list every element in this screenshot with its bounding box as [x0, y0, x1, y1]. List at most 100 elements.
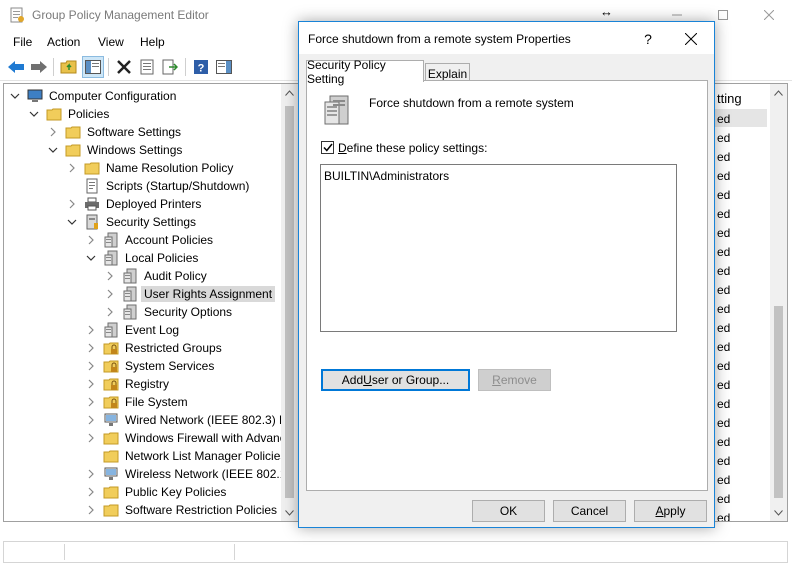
export-list-icon[interactable]: [159, 56, 181, 78]
list-cell[interactable]: ed: [717, 435, 730, 449]
list-cell[interactable]: ed: [717, 169, 730, 183]
list-cell[interactable]: ed: [717, 416, 730, 430]
list-cell[interactable]: ed: [717, 511, 730, 521]
show-action-pane-icon[interactable]: [213, 56, 235, 78]
chevron-right-icon[interactable]: [104, 270, 116, 282]
chevron-down-icon[interactable]: [28, 108, 40, 120]
tree-item[interactable]: Computer Configuration: [9, 87, 179, 105]
policy-setting-column-header[interactable]: tting: [717, 91, 742, 106]
scroll-down-icon[interactable]: [770, 504, 787, 521]
dialog-help-button[interactable]: ?: [633, 28, 663, 50]
chevron-down-icon[interactable]: [9, 90, 21, 102]
tree-item[interactable]: Audit Policy: [104, 267, 210, 285]
list-cell[interactable]: ed: [717, 283, 730, 297]
list-cell[interactable]: ed: [717, 359, 730, 373]
chevron-down-icon[interactable]: [66, 216, 78, 228]
tree-item[interactable]: Security Options: [104, 303, 235, 321]
chevron-right-icon[interactable]: [85, 504, 97, 516]
tab-security-policy-setting[interactable]: Security Policy Setting: [306, 58, 424, 86]
menu-file[interactable]: File: [13, 35, 32, 49]
details-scrollbar[interactable]: [770, 84, 787, 521]
list-cell[interactable]: ed: [717, 264, 730, 278]
accounts-listbox[interactable]: BUILTIN\Administrators: [320, 164, 677, 332]
list-cell[interactable]: ed: [717, 112, 730, 126]
list-cell[interactable]: ed: [717, 188, 730, 202]
chevron-right-icon[interactable]: [85, 396, 97, 408]
chevron-down-icon[interactable]: [47, 144, 59, 156]
tree-item[interactable]: Software Restriction Policies: [85, 501, 280, 519]
help-icon[interactable]: ?: [190, 56, 212, 78]
tree-item[interactable]: User Rights Assignment: [104, 285, 276, 303]
tree-item[interactable]: Security Settings: [66, 213, 199, 231]
ok-button[interactable]: OK: [472, 500, 545, 522]
details-scrollbar-thumb[interactable]: [774, 306, 783, 498]
tree-item[interactable]: Name Resolution Policy: [66, 159, 236, 177]
delete-icon[interactable]: [113, 56, 135, 78]
menu-help[interactable]: Help: [140, 35, 165, 49]
apply-button[interactable]: Apply: [634, 500, 707, 522]
tree-item[interactable]: Scripts (Startup/Shutdown): [66, 177, 252, 195]
list-cell[interactable]: ed: [717, 473, 730, 487]
tree-item[interactable]: Windows Settings: [47, 141, 185, 159]
chevron-right-icon[interactable]: [104, 288, 116, 300]
chevron-right-icon[interactable]: [85, 324, 97, 336]
list-cell[interactable]: ed: [717, 302, 730, 316]
scroll-down-icon[interactable]: [281, 504, 298, 521]
list-cell[interactable]: ed: [717, 340, 730, 354]
tree-item[interactable]: System Services: [85, 357, 217, 375]
scroll-up-icon[interactable]: [281, 84, 298, 101]
scroll-up-icon[interactable]: [770, 84, 787, 101]
tree-scrollbar[interactable]: [281, 84, 298, 521]
chevron-right-icon[interactable]: [85, 360, 97, 372]
tree-item[interactable]: Registry: [85, 375, 172, 393]
list-cell[interactable]: ed: [717, 207, 730, 221]
menu-view[interactable]: View: [98, 35, 124, 49]
chevron-right-icon[interactable]: [47, 126, 59, 138]
dialog-close-button[interactable]: [671, 26, 711, 52]
list-cell[interactable]: ed: [717, 226, 730, 240]
up-folder-icon[interactable]: [58, 56, 80, 78]
tree-item[interactable]: Network List Manager Policies: [85, 447, 289, 465]
cancel-button[interactable]: Cancel: [553, 500, 626, 522]
tree-item[interactable]: Account Policies: [85, 231, 216, 249]
chevron-right-icon[interactable]: [85, 468, 97, 480]
define-policy-label[interactable]: Define these policy settings:: [338, 141, 487, 155]
list-cell[interactable]: ed: [717, 454, 730, 468]
tree-item[interactable]: Public Key Policies: [85, 483, 229, 501]
chevron-right-icon[interactable]: [85, 414, 97, 426]
tree-item[interactable]: Windows Firewall with Advanc: [85, 429, 289, 447]
chevron-right-icon[interactable]: [85, 486, 97, 498]
list-cell[interactable]: ed: [717, 150, 730, 164]
add-user-or-group-button[interactable]: Add User or Group...: [321, 369, 470, 391]
menu-action[interactable]: Action: [47, 35, 80, 49]
tree-item[interactable]: Deployed Printers: [66, 195, 204, 213]
chevron-right-icon[interactable]: [85, 432, 97, 444]
show-hide-tree-icon[interactable]: [82, 56, 104, 78]
tree-item[interactable]: Policies: [28, 105, 112, 123]
list-cell[interactable]: ed: [717, 245, 730, 259]
tree-item[interactable]: Restricted Groups: [85, 339, 225, 357]
chevron-right-icon[interactable]: [66, 162, 78, 174]
tree-item[interactable]: Event Log: [85, 321, 182, 339]
chevron-right-icon[interactable]: [66, 198, 78, 210]
list-cell[interactable]: ed: [717, 397, 730, 411]
list-cell[interactable]: ed: [717, 321, 730, 335]
define-policy-checkbox[interactable]: [321, 141, 334, 154]
tree-scrollbar-thumb[interactable]: [285, 106, 294, 498]
tree-item[interactable]: Local Policies: [85, 249, 201, 267]
tree-item[interactable]: Wired Network (IEEE 802.3) Pol: [85, 411, 298, 429]
chevron-right-icon[interactable]: [85, 234, 97, 246]
tree-item[interactable]: File System: [85, 393, 191, 411]
close-window-button[interactable]: [746, 0, 792, 30]
list-cell[interactable]: ed: [717, 131, 730, 145]
chevron-right-icon[interactable]: [85, 342, 97, 354]
account-entry[interactable]: BUILTIN\Administrators: [324, 169, 449, 183]
properties-icon[interactable]: [136, 56, 158, 78]
chevron-right-icon[interactable]: [85, 378, 97, 390]
tree-item[interactable]: Wireless Network (IEEE 802.11): [85, 465, 298, 483]
chevron-down-icon[interactable]: [85, 252, 97, 264]
list-cell[interactable]: ed: [717, 492, 730, 506]
forward-icon[interactable]: [28, 56, 50, 78]
chevron-right-icon[interactable]: [104, 306, 116, 318]
tree-item[interactable]: Software Settings: [47, 123, 184, 141]
